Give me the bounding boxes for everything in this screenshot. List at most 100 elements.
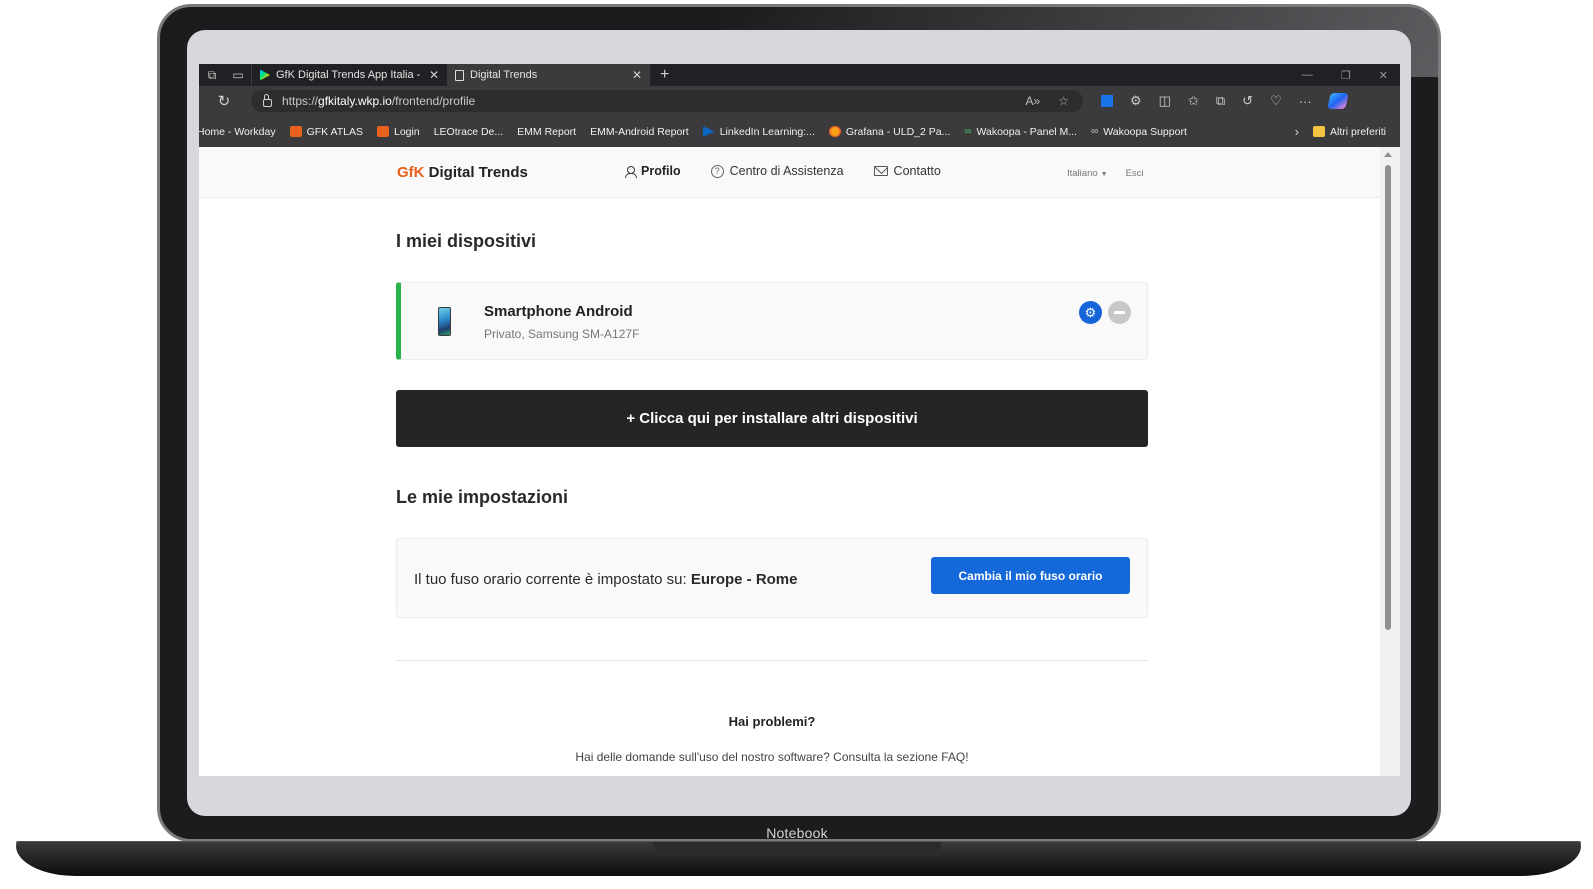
web-page: GfK Digital Trends Profilo ? Centro di A… — [199, 147, 1380, 776]
minimize-icon[interactable]: — — [1302, 69, 1313, 82]
tab-title: GfK Digital Trends App Italia - Ap — [276, 69, 423, 81]
restore-icon[interactable]: ❐ — [1341, 69, 1351, 82]
address-row: ↻ https://gfkitaly.wkp.io/frontend/profi… — [199, 86, 1400, 116]
bookmark-label: Wakoopa - Panel M... — [976, 125, 1078, 138]
tab-strip: ⧉ ▭ GfK Digital Trends App Italia - Ap ✕… — [199, 64, 1400, 86]
favorites-icon[interactable]: ✩ — [1188, 93, 1199, 109]
logo-brand: GfK — [397, 164, 425, 181]
collections-icon[interactable]: ⧉ — [1216, 93, 1225, 109]
favorite-star-icon[interactable]: ☆ — [1058, 94, 1069, 108]
timezone-value: Europe - Rome — [690, 571, 798, 588]
logout-link[interactable]: Esci — [1126, 168, 1144, 179]
timezone-card: Il tuo fuso orario corrente è impostato … — [396, 538, 1148, 618]
refresh-icon[interactable]: ↻ — [211, 92, 237, 110]
bookmark-label: GFK ATLAS — [306, 125, 363, 138]
bookmark-label: Altri preferiti — [1329, 125, 1386, 138]
bookmark-label: EMM-Android Report — [590, 125, 689, 138]
url-prefix: https:// — [282, 94, 319, 108]
google-play-icon — [260, 69, 270, 81]
chevron-right-icon[interactable]: › — [1295, 124, 1299, 139]
extension-icon[interactable] — [1101, 95, 1113, 107]
main-nav: Profilo ? Centro di Assistenza Contatto — [625, 164, 941, 178]
bookmark-label: LinkedIn Learning:... — [719, 125, 815, 138]
page-icon — [455, 69, 464, 81]
bookmark-other-favorites[interactable]: Altri preferiti — [1312, 125, 1386, 138]
nav-contact[interactable]: Contatto — [873, 164, 941, 178]
bookmark-emm-report[interactable]: EMM Report — [517, 126, 576, 138]
add-device-button[interactable]: + Clicca qui per installare altri dispos… — [396, 390, 1148, 447]
close-icon[interactable]: ✕ — [632, 68, 642, 82]
laptop-notch — [653, 842, 941, 853]
help-title: Hai problemi? — [728, 714, 816, 729]
close-window-icon[interactable]: ✕ — [1379, 69, 1388, 82]
devices-heading: I miei dispositivi — [396, 231, 537, 251]
tab-title: Digital Trends — [470, 69, 538, 81]
bookmark-login[interactable]: Login — [377, 126, 420, 138]
lock-icon[interactable] — [263, 94, 272, 107]
device-name: Smartphone Android — [484, 303, 633, 320]
bookmark-wakoopa-support[interactable]: ∞ Wakoopa Support — [1091, 126, 1187, 138]
address-bar[interactable]: https://gfkitaly.wkp.io/frontend/profile… — [251, 90, 1083, 112]
device-settings-button[interactable]: ⚙ — [1079, 301, 1102, 324]
copilot-icon[interactable] — [1327, 93, 1349, 109]
site-logo[interactable]: GfK Digital Trends — [397, 164, 528, 181]
scroll-thumb[interactable] — [1385, 165, 1391, 630]
url-domain: gfkitaly.wkp.io — [318, 94, 392, 108]
browser-window: ⧉ ▭ GfK Digital Trends App Italia - Ap ✕… — [199, 64, 1400, 776]
more-icon[interactable]: ··· — [1299, 94, 1312, 109]
bookmark-label: Login — [394, 125, 420, 138]
tab-gfk-app[interactable]: GfK Digital Trends App Italia - Ap ✕ — [251, 64, 447, 86]
site-header: GfK Digital Trends Profilo ? Centro di A… — [199, 147, 1380, 198]
gear-icon: ⚙ — [1084, 304, 1097, 320]
grafana-icon — [828, 126, 841, 137]
nav-help-center[interactable]: ? Centro di Assistenza — [710, 164, 844, 178]
device-description: Privato, Samsung SM-A127F — [484, 327, 640, 341]
timezone-prefix: Il tuo fuso orario corrente è impostato … — [414, 571, 691, 588]
bookmark-gfk-atlas[interactable]: GFK ATLAS — [289, 125, 363, 138]
window-controls: — ❐ ✕ — [1302, 69, 1400, 82]
divider — [396, 660, 1148, 661]
header-utilities: Italiano ▼ Esci — [1067, 168, 1144, 179]
url-path: /frontend/profile — [391, 94, 476, 108]
gfk-icon — [289, 126, 302, 137]
logo-text: Digital Trends — [424, 164, 528, 181]
bookmark-linkedin-learning[interactable]: LinkedIn Learning:... — [702, 125, 815, 138]
help-subtitle: Hai delle domande sull'uso del nostro so… — [575, 750, 969, 764]
mail-icon — [873, 166, 888, 176]
nav-profile[interactable]: Profilo — [625, 164, 681, 178]
workspaces-icon[interactable]: ⧉ — [199, 64, 225, 86]
bookmark-emm-android-report[interactable]: EMM-Android Report — [590, 126, 689, 138]
language-label: Italiano — [1067, 168, 1098, 179]
caret-down-icon: ▼ — [1100, 171, 1108, 178]
remove-device-button[interactable] — [1108, 301, 1131, 324]
help-icon: ? — [710, 164, 724, 178]
page-scrollbar[interactable] — [1380, 147, 1400, 776]
nav-label: Contatto — [893, 164, 941, 178]
smartphone-icon — [438, 307, 451, 336]
change-timezone-button[interactable]: Cambia il mio fuso orario — [931, 557, 1130, 594]
bookmark-label: Wakoopa Support — [1103, 125, 1187, 138]
bookmark-label: EMM Report — [517, 125, 577, 138]
bookmarks-bar: Home - Workday GFK ATLAS Login LEOtrace … — [199, 116, 1400, 147]
folder-icon — [1312, 126, 1325, 137]
split-screen-icon[interactable]: ◫ — [1159, 93, 1171, 109]
linkedin-learning-icon — [702, 126, 715, 137]
read-aloud-icon[interactable]: A» — [1026, 94, 1041, 108]
vertical-tabs-icon[interactable]: ▭ — [225, 64, 251, 86]
bookmark-leotrace[interactable]: LEOtrace De... — [434, 126, 503, 138]
history-icon[interactable]: ↺ — [1242, 93, 1253, 109]
new-tab-button[interactable]: + — [660, 66, 669, 84]
bookmark-label: LEOtrace De... — [433, 125, 504, 138]
nav-label: Centro di Assistenza — [729, 164, 844, 178]
extensions-icon[interactable]: ⚙ — [1130, 93, 1142, 109]
close-icon[interactable]: ✕ — [429, 68, 439, 82]
tab-digital-trends[interactable]: Digital Trends ✕ — [447, 64, 650, 86]
timezone-text: Il tuo fuso orario corrente è impostato … — [414, 571, 798, 588]
browser-essentials-icon[interactable]: ♡ — [1270, 93, 1282, 109]
bookmark-wakoopa-panel[interactable]: ∞ Wakoopa - Panel M... — [964, 126, 1077, 138]
bookmark-grafana[interactable]: Grafana - ULD_2 Pa... — [828, 126, 950, 138]
scroll-up-arrow[interactable] — [1384, 152, 1392, 157]
bookmark-workday[interactable]: Home - Workday — [199, 126, 276, 138]
language-select[interactable]: Italiano ▼ — [1067, 168, 1108, 179]
gfk-icon — [377, 126, 389, 137]
